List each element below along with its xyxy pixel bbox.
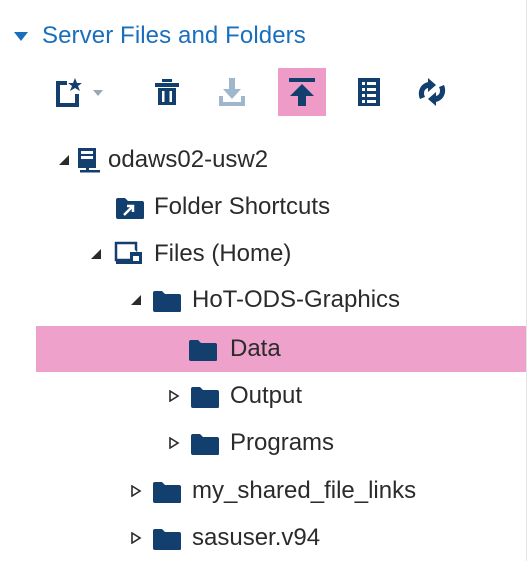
download-icon [219, 78, 245, 106]
properties-list-icon [358, 78, 380, 106]
tree-label-folder: Data [230, 335, 281, 362]
section-title: Server Files and Folders [42, 22, 306, 49]
tree-row-server[interactable]: odaws02-usw2 [0, 137, 526, 183]
tree-label-folder: HoT-ODS-Graphics [192, 286, 401, 313]
collapse-triangle-icon[interactable] [14, 31, 28, 41]
tree-label-folder: my_shared_file_links [192, 477, 417, 504]
folder-icon [153, 482, 181, 503]
panel-border [526, 0, 527, 561]
tree-row-folder[interactable]: HoT-ODS-Graphics [0, 277, 526, 323]
folder-icon [153, 291, 181, 312]
new-button[interactable] [50, 68, 114, 116]
tree-row-folder-shortcuts[interactable]: Folder Shortcuts [0, 184, 526, 230]
expanded-arrow-icon[interactable] [58, 154, 70, 166]
expanded-arrow-icon[interactable] [130, 294, 142, 306]
collapsed-arrow-icon[interactable] [168, 390, 180, 402]
server-icon [78, 148, 100, 173]
tree-row-folder-selected[interactable]: Data [36, 326, 526, 372]
delete-button[interactable] [150, 68, 184, 116]
trash-icon [155, 79, 179, 105]
folder-icon [191, 387, 219, 408]
upload-button[interactable] [278, 68, 326, 116]
expanded-arrow-icon[interactable] [90, 248, 102, 260]
tree-label-folder: Programs [230, 429, 335, 456]
collapsed-arrow-icon[interactable] [130, 485, 142, 497]
tree-row-folder[interactable]: my_shared_file_links [0, 468, 526, 514]
folder-icon [191, 434, 219, 455]
collapsed-arrow-icon[interactable] [168, 437, 180, 449]
tree-label-server: odaws02-usw2 [108, 146, 269, 173]
folder-icon [189, 340, 217, 361]
folder-icon [153, 529, 181, 550]
tree-row-folder[interactable]: Output [0, 373, 526, 419]
tree-label-folder: Output [230, 382, 303, 409]
tree-label-folder-shortcuts: Folder Shortcuts [154, 193, 331, 220]
section-header-server-files[interactable]: Server Files and Folders [12, 20, 306, 52]
download-button[interactable] [214, 68, 250, 116]
collapsed-arrow-icon[interactable] [130, 532, 142, 544]
tree-row-files-home[interactable]: Files (Home) [0, 231, 526, 277]
home-drive-icon [114, 241, 142, 264]
tree-row-folder[interactable]: sasuser.v94 [0, 515, 526, 561]
refresh-button[interactable] [412, 68, 452, 116]
tree-row-folder[interactable]: Programs [0, 420, 526, 466]
upload-icon [289, 78, 315, 106]
refresh-icon [418, 78, 446, 106]
tree-label-files-home: Files (Home) [154, 240, 292, 267]
properties-button[interactable] [352, 68, 386, 116]
new-file-icon [56, 78, 103, 107]
tree-label-folder: sasuser.v94 [192, 524, 321, 551]
folder-shortcut-icon [116, 198, 144, 219]
